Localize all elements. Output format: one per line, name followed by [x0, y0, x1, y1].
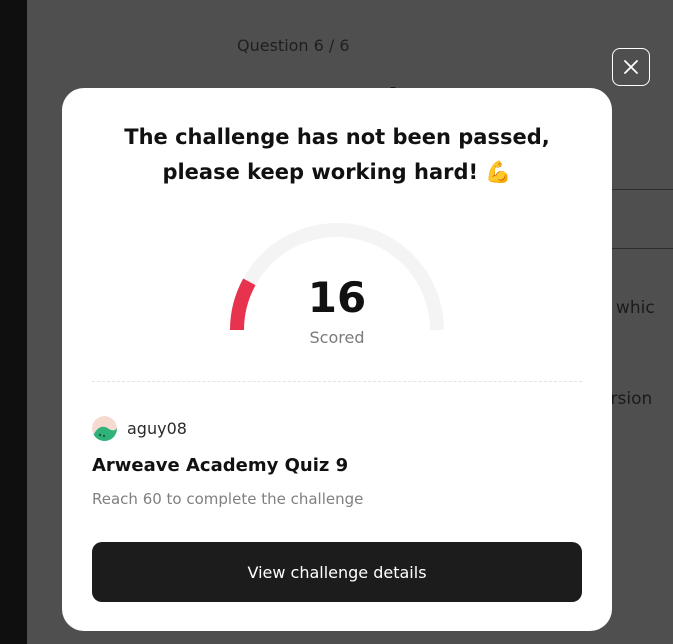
result-modal: The challenge has not been passed, pleas…	[62, 88, 612, 631]
username: aguy08	[127, 419, 187, 438]
left-edge-panel	[0, 0, 27, 644]
avatar	[92, 416, 117, 441]
quiz-requirement: Reach 60 to complete the challenge	[92, 490, 364, 508]
result-title-line-1: The challenge has not been passed,	[124, 125, 550, 149]
close-icon	[624, 60, 638, 74]
result-title-line-2: please keep working hard! 💪	[162, 160, 512, 184]
section-divider	[92, 381, 582, 382]
question-counter: Question 6 / 6	[237, 36, 350, 55]
view-challenge-details-button[interactable]: View challenge details	[92, 542, 582, 602]
score-label: Scored	[309, 328, 365, 347]
user-info: aguy08	[92, 416, 187, 441]
quiz-title: Arweave Academy Quiz 9	[92, 455, 349, 476]
score-value: 16	[307, 273, 367, 322]
close-button[interactable]	[612, 48, 650, 86]
result-title: The challenge has not been passed, pleas…	[62, 120, 612, 190]
